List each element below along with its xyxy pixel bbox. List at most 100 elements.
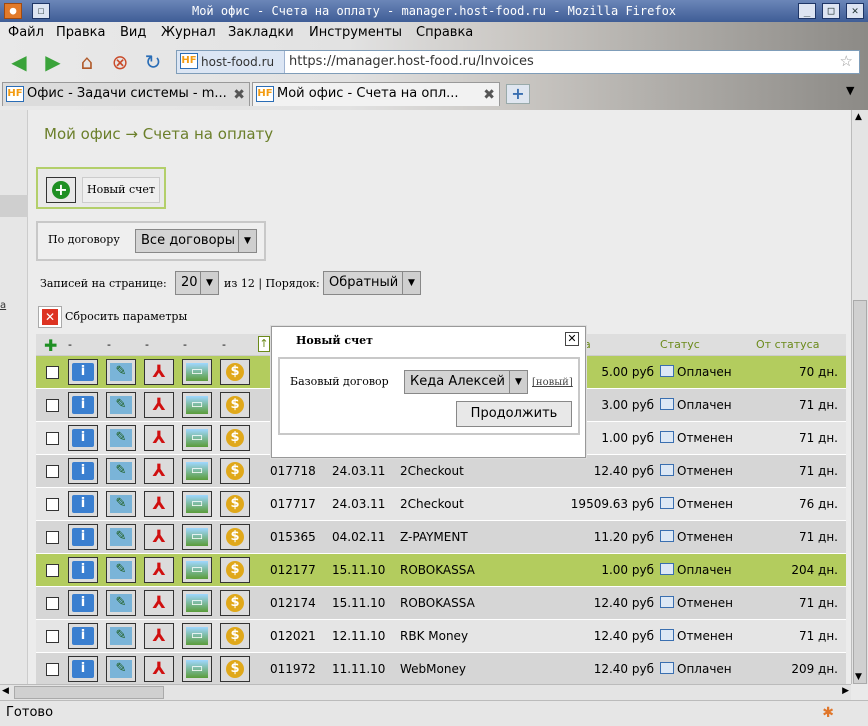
tab-invoices[interactable]: HF Мой офис - Счета на опл... ✖ bbox=[252, 82, 500, 106]
row-payment-button[interactable]: $ bbox=[220, 557, 250, 583]
row-edit-button[interactable]: ✎ bbox=[106, 458, 136, 484]
row-checkbox[interactable] bbox=[46, 597, 59, 610]
row-info-button[interactable]: i bbox=[68, 623, 98, 649]
row-pdf-button[interactable]: ⅄ bbox=[144, 623, 174, 649]
row-pdf-button[interactable]: ⅄ bbox=[144, 656, 174, 682]
scroll-up-icon[interactable]: ▲ bbox=[855, 112, 862, 122]
url-bar[interactable]: HF host-food.ru https://manager.host-foo… bbox=[176, 50, 860, 74]
row-pdf-button[interactable]: ⅄ bbox=[144, 458, 174, 484]
row-info-button[interactable]: i bbox=[68, 359, 98, 385]
contract-filter-select[interactable]: Все договоры ▼ bbox=[135, 229, 257, 253]
row-checkbox[interactable] bbox=[46, 663, 59, 676]
row-payment-button[interactable]: $ bbox=[220, 425, 250, 451]
row-checkbox[interactable] bbox=[46, 366, 59, 379]
row-pdf-button[interactable]: ⅄ bbox=[144, 392, 174, 418]
row-info-button[interactable]: i bbox=[68, 557, 98, 583]
row-payment-button[interactable]: $ bbox=[220, 491, 250, 517]
menu-tools[interactable]: Инструменты bbox=[309, 25, 402, 40]
scroll-right-icon[interactable]: ▶ bbox=[842, 686, 849, 696]
reset-params-label[interactable]: Сбросить параметры bbox=[65, 310, 187, 323]
base-contract-select[interactable]: Кеда Алексей ▼ bbox=[404, 370, 528, 394]
row-info-button[interactable]: i bbox=[68, 491, 98, 517]
row-info-button[interactable]: i bbox=[68, 590, 98, 616]
reload-icon[interactable]: ↻ bbox=[140, 50, 166, 74]
row-payment-button[interactable]: $ bbox=[220, 656, 250, 682]
new-invoice-button[interactable]: Новый счет bbox=[82, 177, 160, 203]
row-image-button[interactable]: ▭ bbox=[182, 392, 212, 418]
vertical-scroll-thumb[interactable] bbox=[853, 300, 867, 684]
row-pdf-button[interactable]: ⅄ bbox=[144, 590, 174, 616]
row-checkbox[interactable] bbox=[46, 399, 59, 412]
menu-bookmarks[interactable]: Закладки bbox=[228, 25, 294, 40]
row-info-button[interactable]: i bbox=[68, 392, 98, 418]
new-tab-button[interactable]: + bbox=[506, 84, 530, 104]
table-row[interactable]: i ✎ ⅄ ▭ $011972 11.11.10 WebMoney 12.40 руб Опла… bbox=[36, 653, 846, 684]
add-row-plus-icon[interactable]: ✚ bbox=[44, 336, 57, 355]
scroll-down-icon[interactable]: ▼ bbox=[855, 672, 862, 682]
firefox-icon[interactable]: ● bbox=[4, 3, 22, 19]
horizontal-scroll-thumb[interactable] bbox=[14, 686, 164, 699]
row-image-button[interactable]: ▭ bbox=[182, 590, 212, 616]
row-payment-button[interactable]: $ bbox=[220, 392, 250, 418]
row-payment-button[interactable]: $ bbox=[220, 359, 250, 385]
row-image-button[interactable]: ▭ bbox=[182, 359, 212, 385]
row-edit-button[interactable]: ✎ bbox=[106, 425, 136, 451]
home-icon[interactable]: ⌂ bbox=[74, 50, 100, 74]
sort-up-icon[interactable]: ↑ bbox=[258, 336, 270, 352]
table-row[interactable]: i ✎ ⅄ ▭ $017718 24.03.11 2Checkout 12.40 руб Отм… bbox=[36, 455, 846, 488]
menu-help[interactable]: Справка bbox=[416, 25, 473, 40]
row-info-button[interactable]: i bbox=[68, 656, 98, 682]
minimize-icon[interactable]: _ bbox=[798, 3, 816, 19]
add-invoice-button[interactable]: + bbox=[46, 177, 76, 203]
row-pdf-button[interactable]: ⅄ bbox=[144, 524, 174, 550]
row-checkbox[interactable] bbox=[46, 531, 59, 544]
row-checkbox[interactable] bbox=[46, 498, 59, 511]
row-edit-button[interactable]: ✎ bbox=[106, 392, 136, 418]
header-status[interactable]: Статус bbox=[660, 338, 700, 351]
per-page-select[interactable]: 20 ▼ bbox=[175, 271, 219, 295]
row-image-button[interactable]: ▭ bbox=[182, 425, 212, 451]
row-checkbox[interactable] bbox=[46, 630, 59, 643]
table-row[interactable]: i ✎ ⅄ ▭ $012177 15.11.10 ROBOKASSA 1.00 руб Опла… bbox=[36, 554, 846, 587]
row-pdf-button[interactable]: ⅄ bbox=[144, 557, 174, 583]
firebug-icon[interactable]: ✱ bbox=[822, 701, 834, 725]
row-image-button[interactable]: ▭ bbox=[182, 656, 212, 682]
header-since-status[interactable]: От статуса bbox=[756, 338, 819, 351]
row-payment-button[interactable]: $ bbox=[220, 590, 250, 616]
row-image-button[interactable]: ▭ bbox=[182, 491, 212, 517]
row-image-button[interactable]: ▭ bbox=[182, 458, 212, 484]
table-row[interactable]: i ✎ ⅄ ▭ $017717 24.03.11 2Checkout 19509.63 руб… bbox=[36, 488, 846, 521]
row-payment-button[interactable]: $ bbox=[220, 623, 250, 649]
menu-view[interactable]: Вид bbox=[120, 25, 146, 40]
horizontal-scrollbar[interactable]: ◀ ▶ bbox=[0, 684, 851, 700]
row-edit-button[interactable]: ✎ bbox=[106, 359, 136, 385]
row-payment-button[interactable]: $ bbox=[220, 524, 250, 550]
stop-icon[interactable]: ⊗ bbox=[107, 50, 133, 74]
left-panel-link[interactable]: а bbox=[0, 300, 6, 311]
row-pdf-button[interactable]: ⅄ bbox=[144, 491, 174, 517]
row-edit-button[interactable]: ✎ bbox=[106, 491, 136, 517]
url-text[interactable]: https://manager.host-food.ru/Invoices bbox=[289, 51, 534, 73]
row-info-button[interactable]: i bbox=[68, 524, 98, 550]
row-pdf-button[interactable]: ⅄ bbox=[144, 359, 174, 385]
row-edit-button[interactable]: ✎ bbox=[106, 656, 136, 682]
tab-close-icon[interactable]: ✖ bbox=[233, 84, 245, 106]
row-checkbox[interactable] bbox=[46, 564, 59, 577]
tab-close-icon[interactable]: ✖ bbox=[483, 84, 495, 106]
row-image-button[interactable]: ▭ bbox=[182, 524, 212, 550]
scroll-left-icon[interactable]: ◀ bbox=[2, 686, 9, 696]
forward-icon[interactable]: ▶ bbox=[40, 50, 66, 74]
order-select[interactable]: Обратный ▼ bbox=[323, 271, 421, 295]
row-edit-button[interactable]: ✎ bbox=[106, 524, 136, 550]
table-row[interactable]: i ✎ ⅄ ▭ $012021 12.11.10 RBK Money 12.40 руб Отм… bbox=[36, 620, 846, 653]
row-info-button[interactable]: i bbox=[68, 458, 98, 484]
table-row[interactable]: i ✎ ⅄ ▭ $012174 15.11.10 ROBOKASSA 12.40 руб Отм… bbox=[36, 587, 846, 620]
row-edit-button[interactable]: ✎ bbox=[106, 623, 136, 649]
back-icon[interactable]: ◀ bbox=[6, 50, 32, 74]
row-edit-button[interactable]: ✎ bbox=[106, 590, 136, 616]
row-info-button[interactable]: i bbox=[68, 425, 98, 451]
reset-params-button[interactable]: ✕ bbox=[38, 306, 62, 328]
new-contract-link[interactable]: [новый] bbox=[532, 377, 573, 388]
table-row[interactable]: i ✎ ⅄ ▭ $015365 04.02.11 Z-PAYMENT 11.20 руб Отм… bbox=[36, 521, 846, 554]
row-image-button[interactable]: ▭ bbox=[182, 623, 212, 649]
